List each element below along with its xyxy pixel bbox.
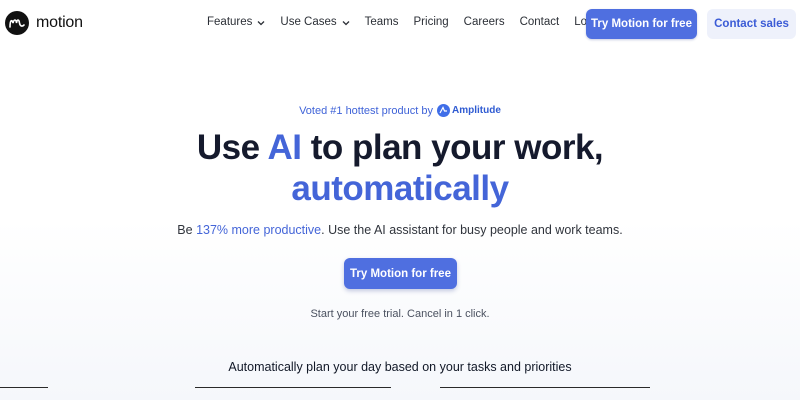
divider	[0, 387, 48, 388]
main-nav: Features Use Cases Teams Pricing Careers	[207, 16, 606, 28]
nav-item-contact[interactable]: Contact	[520, 16, 560, 28]
headline-part: to plan your work,	[301, 128, 604, 167]
try-free-hero-button[interactable]: Try Motion for free	[344, 258, 457, 289]
subtitle-part: . Use the AI assistant for busy people a…	[321, 223, 623, 237]
nav-item-label: Careers	[463, 16, 505, 28]
landing-page: motion Features Use Cases Teams Pricing	[0, 0, 800, 400]
headline-part: Use	[196, 128, 268, 167]
nav-item-label: Contact	[519, 16, 560, 28]
trial-note: Start your free trial. Cancel in 1 click…	[310, 308, 490, 320]
hero-headline: Use AI to plan your work,	[0, 127, 800, 169]
amplitude-name: Amplitude	[452, 105, 501, 116]
brand-logo[interactable]: motion	[5, 11, 83, 35]
nav-item-label: Teams	[364, 16, 399, 28]
hero-headline-line2: automatically	[291, 169, 509, 208]
nav-item-features[interactable]: Features	[207, 16, 265, 28]
nav-item-pricing[interactable]: Pricing	[414, 16, 449, 28]
nav-item-label: Features	[207, 16, 253, 28]
amplitude-logo-icon	[437, 104, 451, 117]
chevron-down-icon	[342, 20, 350, 25]
headline-accent: AI	[267, 128, 303, 167]
nav-item-careers[interactable]: Careers	[464, 16, 505, 28]
voted-badge: Voted #1 hottest product by Amplitude	[0, 104, 800, 117]
voted-text: Voted #1 hottest product by	[299, 104, 434, 117]
motion-logo-icon	[5, 11, 29, 35]
brand-name: motion	[36, 14, 83, 31]
hero-subtitle: Be 137% more productive. Use the AI assi…	[0, 223, 800, 237]
divider	[195, 387, 391, 388]
section-heading: Automatically plan your day based on you…	[228, 360, 572, 374]
chevron-down-icon	[257, 20, 265, 25]
nav-item-label: Use Cases	[280, 16, 337, 28]
amplitude-badge: Amplitude	[437, 104, 501, 117]
nav-item-use-cases[interactable]: Use Cases	[280, 16, 350, 28]
subtitle-part: Be	[177, 223, 197, 237]
site-header: motion Features Use Cases Teams Pricing	[0, 0, 800, 48]
divider	[440, 387, 650, 388]
subtitle-highlight: 137% more productive	[196, 223, 322, 237]
nav-item-teams[interactable]: Teams	[365, 16, 399, 28]
try-free-header-button[interactable]: Try Motion for free	[586, 9, 697, 39]
nav-item-label: Pricing	[413, 16, 449, 28]
contact-sales-button[interactable]: Contact sales	[707, 9, 796, 39]
